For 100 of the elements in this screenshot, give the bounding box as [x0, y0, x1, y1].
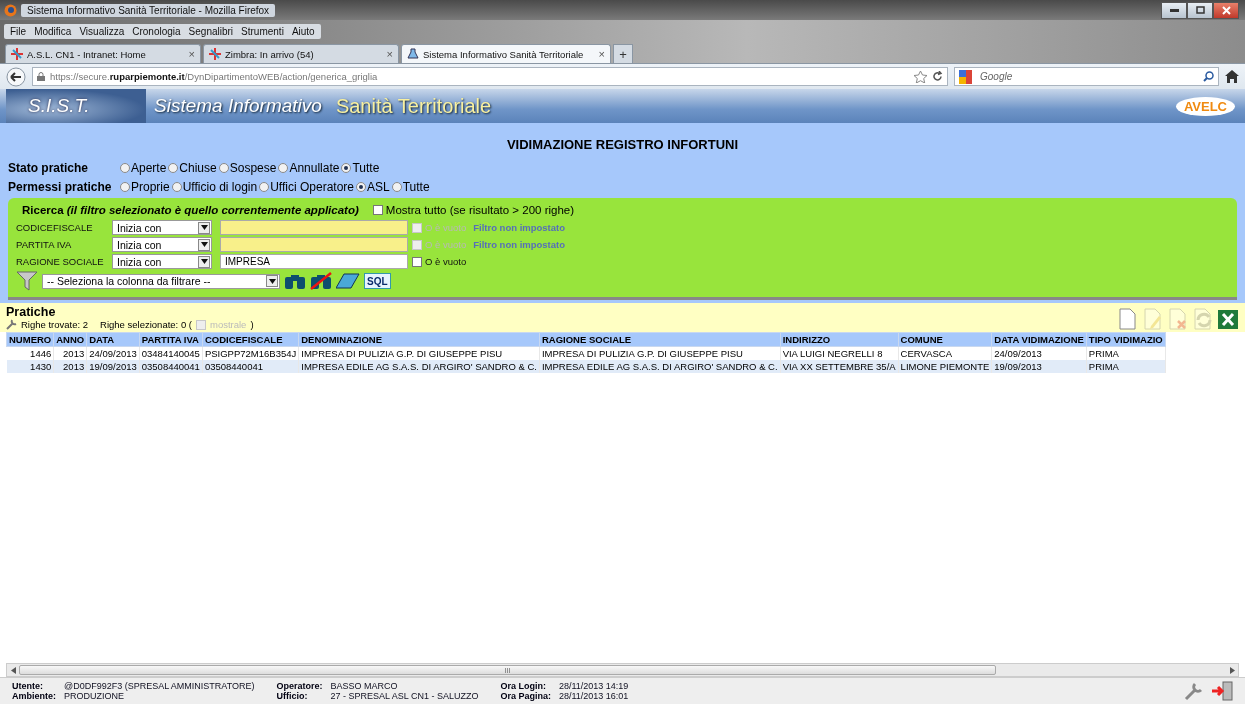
tab-close-button[interactable]: × — [386, 48, 393, 60]
menu-item[interactable]: File — [10, 25, 27, 37]
checkbox[interactable] — [372, 205, 383, 215]
checkbox-label: Mostra tutto (se risultato > 200 righe) — [385, 204, 575, 216]
column-header[interactable]: INDIRIZZO — [780, 332, 899, 347]
radio-button[interactable] — [120, 162, 130, 173]
url-field[interactable]: https://secure.ruparpiemonte.it/DynDipartimentoWEB/action/generica_griglia — [32, 67, 948, 86]
sparkle-icon — [209, 48, 221, 60]
clear-search-icon[interactable] — [310, 272, 332, 290]
menu-item[interactable]: Aiuto — [291, 25, 315, 37]
table-cell: VIA XX SETTEMBRE 35/A — [780, 360, 899, 373]
tab-close-button[interactable]: × — [598, 48, 605, 60]
column-header[interactable]: CODICEFISCALE — [202, 332, 299, 347]
status-value: BASSO MARCO — [330, 681, 399, 691]
radio-button[interactable] — [218, 162, 229, 173]
wrench-icon[interactable] — [6, 319, 17, 330]
back-button[interactable] — [6, 66, 26, 87]
column-header[interactable]: COMUNE — [898, 332, 992, 347]
column-header[interactable]: NUMERO — [6, 332, 54, 347]
radio-button[interactable] — [391, 181, 402, 192]
lock-icon — [37, 72, 45, 81]
closing-parenthesis: ) — [250, 319, 254, 330]
column-header[interactable]: DATA VIDIMAZIONE — [991, 332, 1087, 347]
restore-icon[interactable] — [1195, 6, 1205, 14]
table-cell: IMPRESA EDILE AG S.A.S. DI ARGIRO' SANDRO & C. — [298, 360, 540, 373]
group-label: Stato pratiche — [8, 160, 89, 175]
checkbox-label: O è vuoto — [425, 239, 467, 250]
browser-tab[interactable]: A.S.L. CN1 - Intranet: Home × — [5, 44, 201, 63]
status-value: @D0DF992F3 (SPRESAL AMMINISTRATORE) — [64, 681, 255, 691]
radio-button[interactable] — [341, 162, 352, 173]
column-select[interactable]: -- Seleziona la colonna da filtrare -- — [42, 273, 280, 289]
scroll-left-icon[interactable] — [10, 666, 16, 674]
radio-button[interactable] — [356, 181, 366, 192]
exit-icon[interactable] — [1211, 681, 1233, 701]
close-button[interactable] — [1213, 1, 1239, 19]
filter-input[interactable] — [220, 220, 408, 235]
menu-item[interactable]: Segnalibri — [188, 25, 234, 37]
eraser-icon[interactable] — [336, 273, 360, 289]
radio-button[interactable] — [259, 181, 270, 192]
radio-button[interactable] — [278, 162, 289, 173]
minimize-icon[interactable] — [1169, 8, 1179, 12]
column-header[interactable]: ANNO — [53, 332, 87, 347]
checkbox[interactable] — [412, 256, 422, 267]
radio-button[interactable] — [120, 181, 130, 192]
table-cell: 1430 — [6, 360, 54, 373]
filter-field-name: RAGIONE SOCIALE — [16, 256, 105, 267]
scroll-right-icon[interactable] — [1229, 666, 1235, 674]
excel-icon[interactable] — [1217, 308, 1239, 330]
binoculars-icon[interactable] — [284, 272, 306, 290]
radio-label: ASL — [367, 179, 390, 194]
menu-item[interactable]: Cronologia — [132, 25, 181, 37]
search-engine-icon[interactable] — [959, 69, 975, 84]
radio-label: Sospese — [229, 160, 277, 175]
column-header[interactable]: TIPO VIDIMAZIO — [1086, 332, 1166, 347]
close-icon[interactable] — [1221, 5, 1231, 15]
menu-item[interactable]: Strumenti — [241, 25, 284, 37]
refresh-icon[interactable] — [932, 71, 943, 82]
radio-button[interactable] — [171, 181, 182, 192]
page-title: VIDIMAZIONE REGISTRO INFORTUNI — [505, 137, 740, 152]
caret-icon[interactable] — [200, 225, 208, 230]
radio-label: Annullate — [289, 160, 340, 175]
new-tab-button[interactable]: + — [613, 44, 633, 63]
column-header[interactable]: PARTITA IVA — [139, 332, 203, 347]
firefox-icon — [4, 3, 17, 17]
wrench-icon[interactable] — [1183, 681, 1205, 701]
filter-input[interactable]: IMPRESA — [220, 254, 408, 269]
caret-icon[interactable] — [200, 242, 208, 247]
results-title: Pratiche — [6, 305, 57, 319]
caret-icon[interactable] — [200, 259, 208, 264]
operator-select[interactable]: Inizia con — [112, 254, 212, 269]
table-cell: IMPRESA EDILE AG S.A.S. DI ARGIRO' SANDRO & C. — [539, 360, 781, 373]
filter-input[interactable] — [220, 237, 408, 252]
radio-label: Aperte — [131, 160, 167, 175]
menu-item[interactable]: Visualizza — [79, 25, 125, 37]
column-header[interactable]: RAGIONE SOCIALE — [539, 332, 781, 347]
caret-icon[interactable] — [268, 278, 276, 284]
menu-item[interactable]: Modifica — [34, 25, 72, 37]
minimize-button[interactable] — [1161, 1, 1187, 19]
star-icon[interactable] — [914, 70, 927, 83]
sql-button[interactable]: SQL — [364, 273, 391, 289]
banner-subtitle: Sistema Informativo — [154, 95, 322, 117]
status-value: 27 - SPRESAL ASL CN1 - SALUZZO — [330, 691, 479, 701]
radio-label: Tutte — [352, 160, 380, 175]
radio-button[interactable] — [168, 162, 179, 173]
column-header[interactable]: DENOMINAZIONE — [298, 332, 540, 347]
browser-tab[interactable]: Sistema Informativo Sanità Territoriale × — [401, 44, 611, 63]
table-cell: 19/09/2013 — [86, 360, 140, 373]
status-value: 28/11/2013 16:01 — [558, 691, 629, 701]
home-icon[interactable] — [1225, 70, 1239, 83]
status-label: Ora Pagina: — [500, 691, 551, 701]
filter-status: Filtro non impostato — [473, 239, 566, 250]
maximize-button[interactable] — [1187, 1, 1213, 19]
banner-title: Sanità Territoriale — [335, 94, 492, 118]
search-icon[interactable] — [1203, 71, 1214, 82]
column-header[interactable]: DATA — [86, 332, 140, 347]
table-cell: 19/09/2013 — [991, 360, 1087, 373]
tab-close-button[interactable]: × — [188, 48, 195, 60]
group-label: Permessi pratiche — [8, 179, 113, 194]
browser-tab[interactable]: Zimbra: In arrivo (54) × — [203, 44, 399, 63]
search-field[interactable]: Google — [954, 67, 1219, 86]
